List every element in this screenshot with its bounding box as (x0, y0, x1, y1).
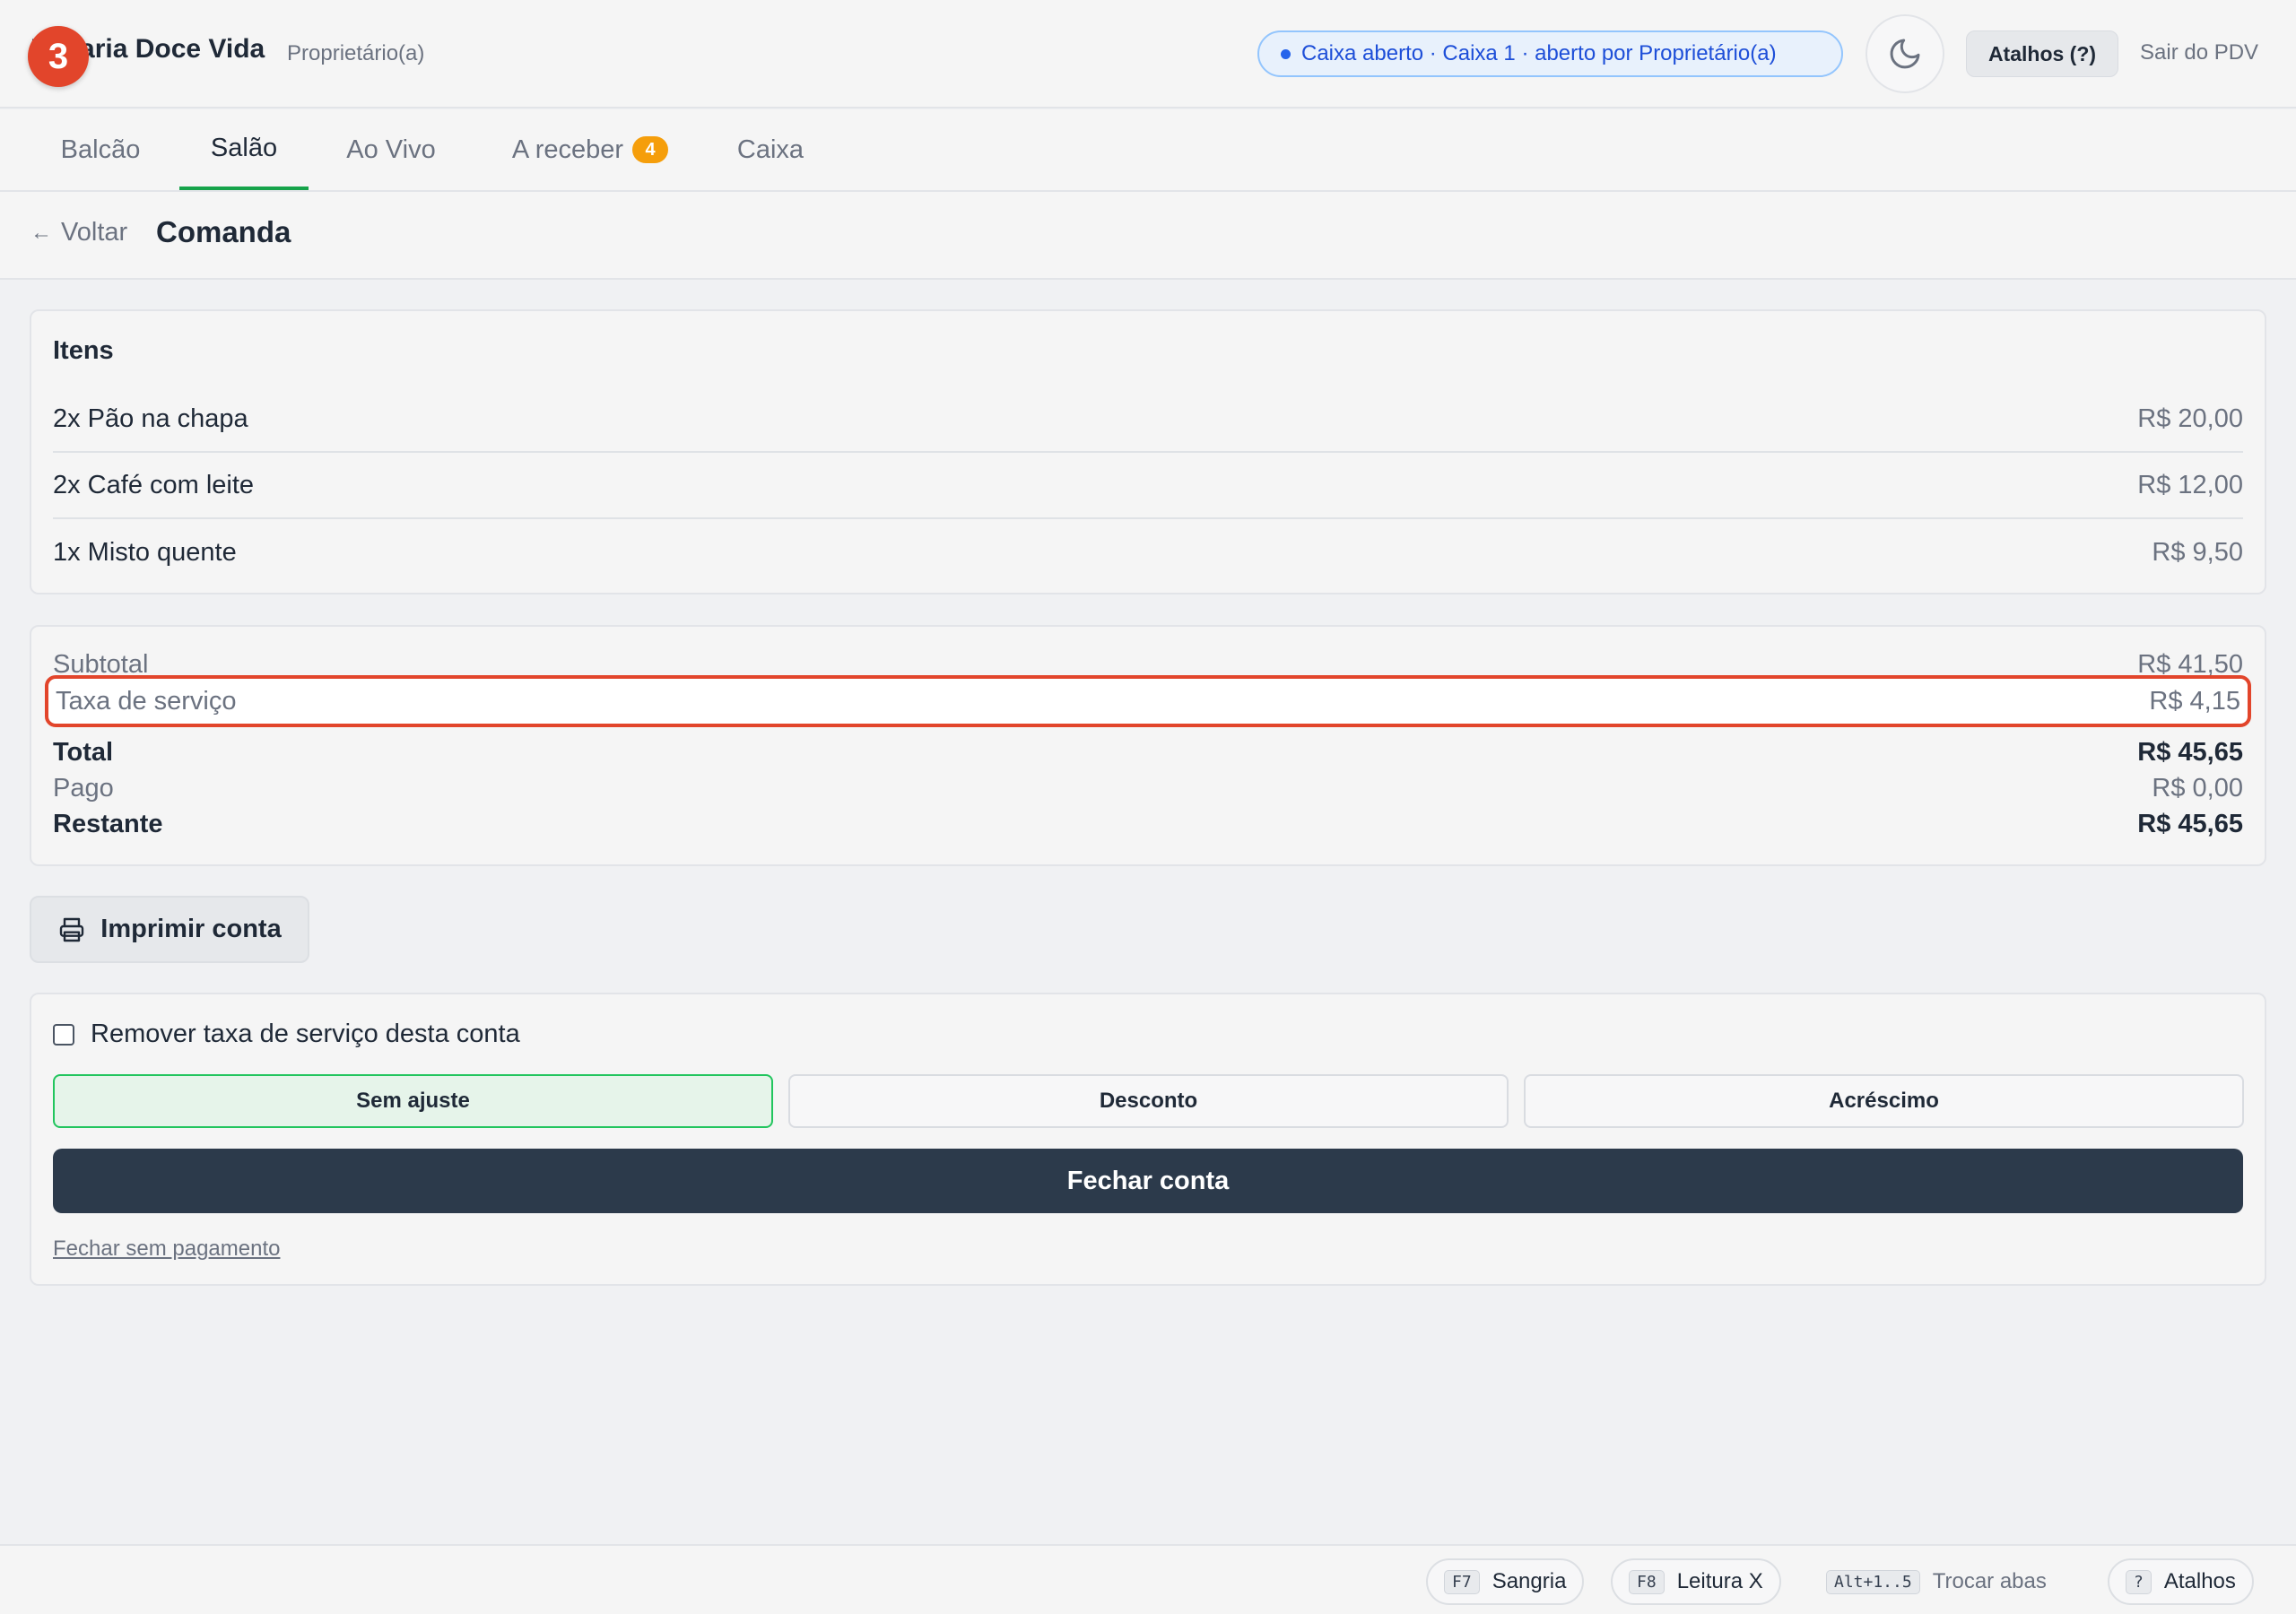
tab-balcao[interactable]: Balcão (30, 109, 170, 190)
tab-salao[interactable]: Salão (179, 109, 309, 190)
key-question: ? (2126, 1569, 2152, 1594)
help-shortcut[interactable]: ? Atalhos (2108, 1558, 2254, 1605)
remove-fee-checkbox[interactable] (53, 1023, 74, 1046)
list-item: 2x Café com leite R$ 12,00 (53, 453, 2243, 519)
page-subheader: ← Voltar Comanda (0, 192, 2296, 280)
paid-label: Pago (53, 774, 114, 803)
moon-icon (1890, 39, 1920, 69)
shortcut-footer: F7 Sangria F8 Leitura X Alt+1..5 Trocar … (0, 1544, 2296, 1614)
paid-value: R$ 0,00 (2152, 774, 2243, 803)
printer-icon (60, 917, 84, 941)
tab-label: A receber (511, 134, 624, 164)
back-link[interactable]: ← Voltar (30, 218, 127, 247)
switch-tabs-label: Trocar abas (1932, 1569, 2047, 1593)
leitura-x-shortcut[interactable]: F8 Leitura X (1611, 1558, 1781, 1605)
tab-label: Caixa (736, 134, 804, 164)
remaining-label: Restante (53, 810, 163, 838)
leitura-x-label: Leitura X (1676, 1569, 1763, 1593)
back-arrow-icon: ← (30, 220, 52, 245)
totals-card: Subtotal R$ 41,50 Taxa de serviço R$ 4,1… (30, 625, 2266, 866)
status-dot-icon (1281, 48, 1291, 59)
pending-count-badge: 4 (632, 136, 669, 163)
close-account-button[interactable]: Fechar conta (53, 1149, 2243, 1213)
shortcuts-button[interactable]: Atalhos (?) (1966, 30, 2118, 77)
item-price: R$ 12,00 (2137, 470, 2243, 499)
items-card: Itens 2x Pão na chapa R$ 20,00 2x Café c… (30, 309, 2266, 594)
tab-label: Salão (210, 133, 278, 162)
item-price: R$ 20,00 (2137, 404, 2243, 433)
print-bill-label: Imprimir conta (100, 915, 282, 943)
service-fee-label: Taxa de serviço (56, 686, 237, 716)
tab-ao-vivo[interactable]: Ao Vivo (328, 109, 454, 190)
remaining-row: Restante R$ 45,65 (53, 810, 2243, 839)
top-header: 3 Padaria Doce Vida Proprietário(a) Caix… (0, 0, 2296, 108)
help-label: Atalhos (2163, 1569, 2236, 1593)
cash-status-text: Caixa aberto · Caixa 1 · aberto por Prop… (1301, 41, 1777, 65)
remove-fee-label: Remover taxa de serviço desta conta (91, 1020, 520, 1048)
item-name: 2x Café com leite (53, 470, 255, 499)
surcharge-button[interactable]: Acréscimo (1524, 1074, 2244, 1128)
tab-label: Balcão (60, 134, 141, 164)
logout-link[interactable]: Sair do PDV (2140, 40, 2258, 65)
print-bill-button[interactable]: Imprimir conta (30, 896, 309, 963)
service-fee-row-highlight: Taxa de serviço R$ 4,15 (45, 675, 2251, 727)
item-name: 2x Pão na chapa (53, 404, 248, 433)
sangria-shortcut[interactable]: F7 Sangria (1426, 1558, 1585, 1605)
discount-button[interactable]: Desconto (788, 1074, 1509, 1128)
cash-status-pill: Caixa aberto · Caixa 1 · aberto por Prop… (1257, 30, 1843, 77)
user-role: Proprietário(a) (287, 41, 425, 65)
key-alt-1-5: Alt+1..5 (1826, 1569, 1920, 1594)
list-item: 2x Pão na chapa R$ 20,00 (53, 386, 2243, 453)
sangria-label: Sangria (1492, 1569, 1567, 1593)
back-label: Voltar (61, 218, 128, 247)
paid-row: Pago R$ 0,00 (53, 774, 2243, 803)
switch-tabs-hint: Alt+1..5 Trocar abas (1810, 1558, 2063, 1605)
remaining-value: R$ 45,65 (2137, 810, 2243, 838)
close-without-payment-link[interactable]: Fechar sem pagamento (53, 1237, 280, 1262)
main-tabs: Balcão Salão Ao Vivo A receber 4 Caixa (0, 109, 2296, 192)
item-price: R$ 9,50 (2152, 537, 2243, 567)
total-value: R$ 45,65 (2137, 738, 2243, 767)
total-row: Total R$ 45,65 (53, 738, 2243, 768)
page-title: Comanda (156, 215, 291, 248)
theme-toggle-button[interactable] (1866, 14, 1944, 93)
key-f8: F8 (1629, 1569, 1665, 1594)
step-badge: 3 (28, 26, 89, 87)
items-title: Itens (53, 336, 114, 365)
service-fee-value: R$ 4,15 (2149, 686, 2240, 716)
remove-fee-option[interactable]: Remover taxa de serviço desta conta (53, 1020, 520, 1049)
tab-a-receber[interactable]: A receber 4 (491, 109, 689, 190)
tab-label: Ao Vivo (346, 134, 436, 164)
item-name: 1x Misto quente (53, 537, 237, 567)
no-adjustment-button[interactable]: Sem ajuste (53, 1074, 773, 1128)
list-item: 1x Misto quente R$ 9,50 (53, 519, 2243, 586)
close-account-card: Remover taxa de serviço desta conta Sem … (30, 993, 2266, 1286)
key-f7: F7 (1444, 1569, 1480, 1594)
tab-caixa[interactable]: Caixa (721, 109, 820, 190)
total-label: Total (53, 738, 114, 767)
